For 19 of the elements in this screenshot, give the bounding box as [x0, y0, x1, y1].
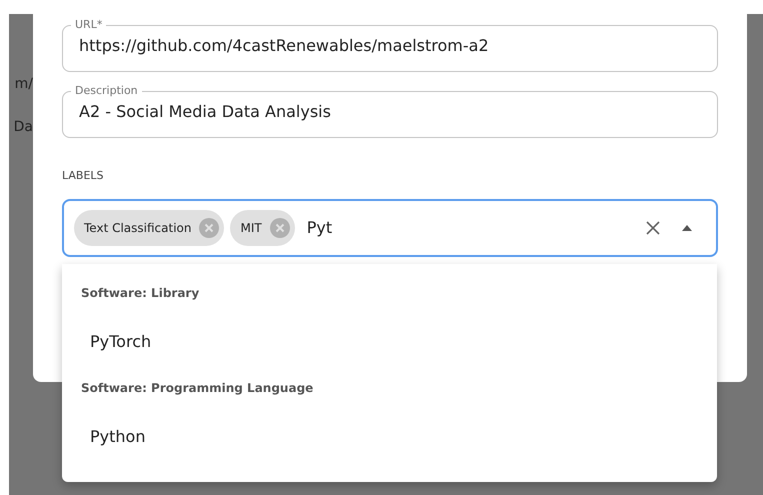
caret-icon[interactable]: [682, 225, 692, 231]
background-text: Da: [14, 118, 33, 137]
group-heading: Software: Library: [80, 285, 200, 302]
chip-text: MIT: [240, 220, 262, 237]
field-value: A2 - Social Media Data Analysis: [79, 101, 332, 123]
field-label: URL*: [74, 18, 104, 32]
dropdown-option[interactable]: Python: [62, 397, 717, 477]
background-text: m/: [14, 75, 33, 94]
section-heading: LABELS: [62, 169, 105, 183]
description-field[interactable]: Description A2 - Social Media Data Analysis: [62, 84, 718, 138]
clear-icon[interactable]: [646, 221, 660, 235]
labels-field[interactable]: Text Classification MIT Pyt: [62, 199, 718, 257]
input-text: Pyt: [306, 217, 332, 239]
group-heading: Software: Programming Language: [80, 380, 314, 397]
chip-text: Text Classification: [84, 220, 192, 237]
field-label: Description: [74, 84, 139, 98]
field-value: https://github.com/4castRenewables/maelstrom-a2: [79, 35, 490, 57]
url-field[interactable]: URL* https://github.com/4castRenewables/maelstrom-a2: [62, 18, 718, 72]
dropdown-option[interactable]: PyTorch: [62, 302, 717, 382]
